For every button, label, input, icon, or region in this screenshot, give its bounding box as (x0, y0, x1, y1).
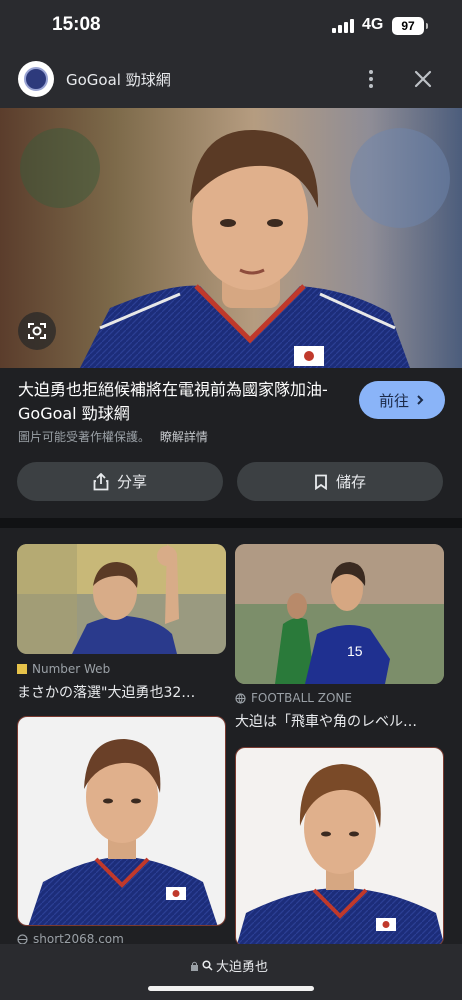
number-web-icon (17, 664, 27, 674)
status-time: 15:08 (52, 14, 101, 35)
search-query-text: 大迫勇也 (216, 960, 269, 975)
related-source-2-label: FOOTBALL ZONE (251, 691, 352, 705)
close-icon[interactable] (410, 66, 436, 92)
save-button[interactable]: 儲存 (237, 462, 443, 501)
share-label: 分享 (116, 473, 147, 491)
visit-label: 前往 (378, 392, 409, 410)
copyright-text: 圖片可能受著作權保護。 (18, 430, 151, 444)
related-source-1: Number Web (17, 662, 110, 676)
related-image-2[interactable]: 15 (235, 544, 444, 684)
home-indicator[interactable] (148, 986, 314, 991)
related-image-4[interactable] (235, 747, 444, 947)
globe-icon (17, 933, 28, 945)
share-button[interactable]: 分享 (17, 462, 223, 501)
more-vert-icon[interactable] (365, 68, 377, 92)
signal-icon (332, 19, 356, 33)
copyright-note: 圖片可能受著作權保護。 瞭解詳情 (18, 428, 208, 445)
sheet-header: GoGoal 勁球網 (0, 52, 462, 108)
related-source-2: FOOTBALL ZONE (235, 691, 352, 705)
related-image-1[interactable] (17, 544, 226, 654)
result-title[interactable]: 大迫勇也拒絕候補將在電視前為國家隊加油- GoGoal 勁球網 (18, 378, 348, 426)
site-logo (18, 61, 54, 97)
chevron-right-icon (417, 395, 424, 405)
player-portrait (0, 108, 462, 368)
lens-icon[interactable] (18, 312, 56, 350)
main-image[interactable] (0, 108, 462, 368)
bookmark-icon (315, 474, 327, 490)
battery-icon: 97 (392, 17, 428, 35)
save-label: 儲存 (335, 473, 366, 491)
search-icon (202, 960, 213, 971)
globe-icon (235, 692, 246, 704)
bottom-bar: 大迫勇也 (0, 944, 462, 1000)
search-query[interactable]: 大迫勇也 (190, 956, 268, 975)
section-divider (0, 518, 462, 528)
related-source-1-label: Number Web (32, 662, 111, 676)
learn-more-link[interactable]: 瞭解詳情 (160, 430, 208, 444)
network-label: 4G (362, 16, 384, 33)
visit-button[interactable]: 前往 (359, 381, 445, 419)
lock-icon (191, 961, 198, 971)
status-bar: 15:08 4G 97 (0, 0, 462, 52)
share-icon (93, 472, 109, 490)
related-caption-1[interactable]: まさかの落選"大迫勇也32… (17, 682, 217, 702)
jersey-number: 15 (347, 643, 363, 659)
site-name[interactable]: GoGoal 勁球網 (66, 69, 171, 90)
related-image-3[interactable] (17, 716, 226, 926)
related-caption-2[interactable]: 大迫は「飛車や角のレベル… (235, 711, 435, 731)
